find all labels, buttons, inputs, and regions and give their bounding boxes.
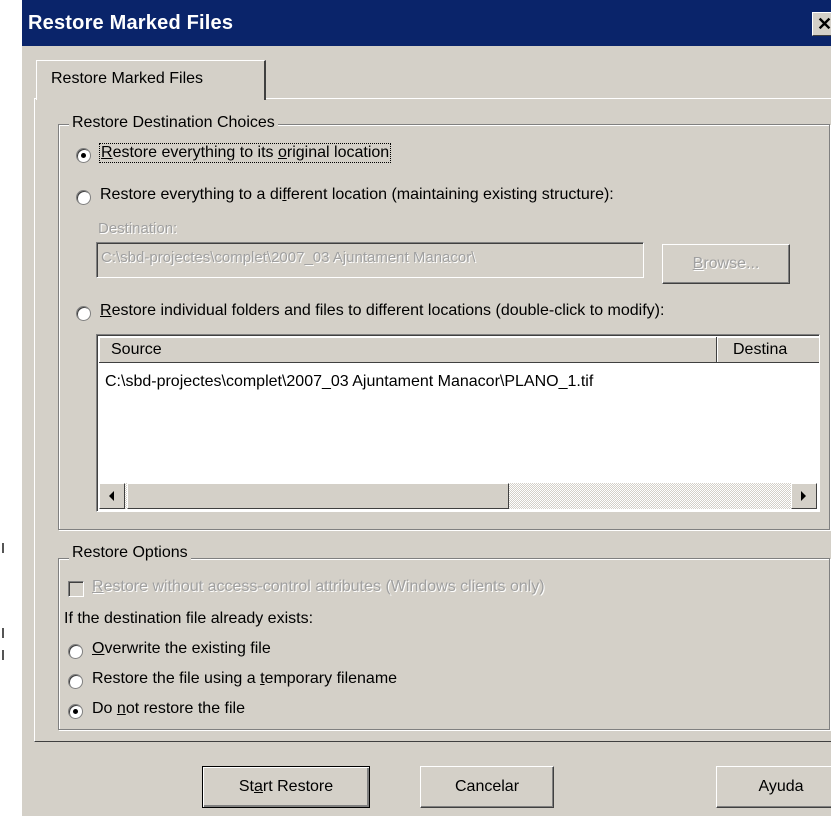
label-part: St	[238, 778, 254, 795]
cancel-button[interactable]: Cancelar	[420, 766, 554, 808]
acl-checkbox[interactable]	[68, 581, 84, 597]
hotkey: R	[100, 302, 112, 319]
hotkey: o	[277, 144, 287, 161]
destination-label: Destination:	[98, 220, 178, 237]
label-part: ferent location (maintaining existing st…	[286, 186, 614, 203]
radio-button[interactable]	[68, 704, 83, 719]
radio-overwrite-label: Overwrite the existing file	[92, 640, 271, 658]
tab-label: Restore Marked Files	[51, 70, 204, 87]
title-bar: Restore Marked Files ✕	[22, 0, 831, 46]
label-part: Restore the file using a	[92, 670, 261, 687]
column-header-source[interactable]: Source	[99, 337, 717, 363]
radio-no-restore-label: Do not restore the file	[92, 700, 245, 718]
hotkey: B	[692, 255, 704, 272]
label-part: emporary filename	[264, 670, 398, 687]
radio-button[interactable]	[68, 644, 83, 659]
label-part: estore everything to its	[112, 144, 278, 161]
scroll-right-icon[interactable]	[791, 483, 817, 509]
radio-different-label: Restore everything to a different locati…	[100, 186, 614, 204]
scrollbar-thumb[interactable]	[127, 483, 509, 509]
hotkey: a	[253, 778, 263, 795]
label-part: verwrite the existing file	[104, 640, 271, 657]
radio-temp-label: Restore the file using a temporary filen…	[92, 670, 397, 688]
destination-field[interactable]: C:\sbd-projectes\complet\2007_03 Ajuntam…	[96, 242, 644, 278]
radio-button[interactable]	[68, 674, 83, 689]
label-part: ot restore the file	[125, 700, 245, 717]
label-part: estore individual folders and files to d…	[111, 302, 665, 319]
column-header-destination[interactable]: Destina	[717, 337, 819, 363]
radio-individual-label: Restore individual folders and files to …	[100, 302, 664, 320]
hotkey: R	[101, 144, 113, 161]
browse-button[interactable]: Browse...	[662, 244, 790, 284]
destination-group-legend: Restore Destination Choices	[69, 114, 278, 132]
radio-button[interactable]	[76, 306, 91, 321]
close-icon: ✕	[817, 14, 831, 34]
edge-artifact	[2, 628, 4, 638]
label-part: rt Restore	[262, 778, 334, 795]
options-group-legend: Restore Options	[69, 544, 191, 562]
label-part: estore without access-control attributes…	[103, 578, 545, 595]
restore-locations-list[interactable]: Source Destina C:\sbd-projectes\complet\…	[96, 334, 820, 512]
list-item[interactable]: C:\sbd-projectes\complet\2007_03 Ajuntam…	[105, 373, 593, 391]
close-button[interactable]: ✕	[812, 12, 831, 36]
exists-prompt: If the destination file already exists:	[64, 610, 314, 627]
scroll-left-icon[interactable]	[99, 483, 125, 509]
label-part: Restore everything to a di	[100, 186, 283, 203]
acl-checkbox-label: Restore without access-control attribute…	[92, 578, 545, 596]
restore-dialog: Restore Marked Files ✕ Restore Marked Fi…	[22, 0, 831, 816]
hotkey: O	[92, 640, 105, 657]
radio-button[interactable]	[76, 148, 91, 163]
hotkey: R	[92, 578, 104, 595]
window-title: Restore Marked Files	[28, 12, 234, 34]
radio-original-label: Restore everything to its original locat…	[98, 143, 392, 163]
label-part: riginal location	[286, 144, 390, 161]
label-part: Do	[92, 700, 117, 717]
edge-artifact	[2, 650, 4, 660]
hotkey: n	[116, 700, 126, 717]
edge-artifact	[2, 543, 4, 553]
radio-button[interactable]	[76, 190, 91, 205]
help-button[interactable]: Ayuda	[716, 766, 831, 808]
label-part: rowse...	[703, 255, 760, 272]
start-restore-button[interactable]: Start Restore	[202, 766, 370, 808]
tab-restore-marked-files[interactable]: Restore Marked Files	[36, 60, 266, 100]
horizontal-scrollbar[interactable]	[99, 483, 817, 509]
